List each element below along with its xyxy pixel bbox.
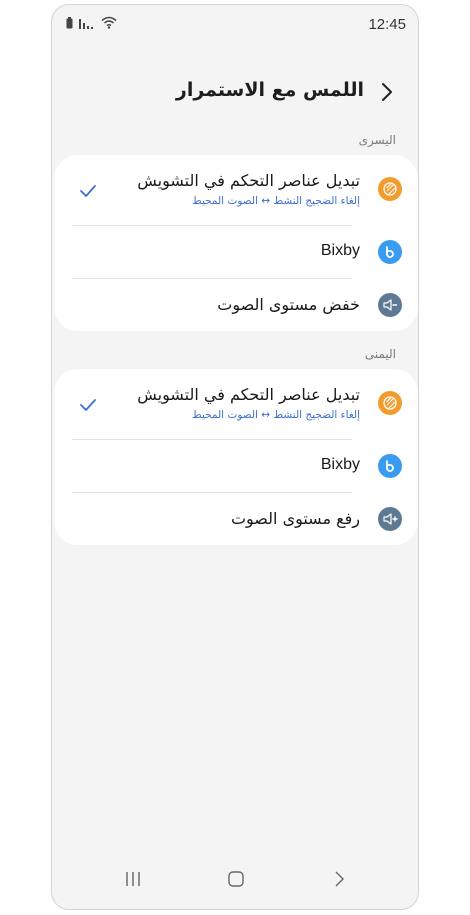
- recents-icon: [126, 872, 140, 886]
- wifi-icon: [101, 16, 117, 29]
- home-button[interactable]: [223, 867, 249, 891]
- chevron-back-icon: [382, 83, 392, 101]
- option-title: خفض مستوى الصوت: [217, 295, 360, 314]
- option-title: Bixby: [320, 456, 360, 473]
- nav-back-button[interactable]: [326, 867, 352, 891]
- battery-icon: [66, 16, 73, 29]
- left-option-noise-control[interactable]: تبديل عناصر التحكم في التشويش إلغاء الضج…: [54, 155, 418, 225]
- bixby-icon: [378, 454, 402, 478]
- signal-icon: [79, 17, 95, 29]
- volume-down-icon: [378, 293, 402, 317]
- option-subtitle: إلغاء الضجيج النشط ↔ الصوت المحيط: [192, 195, 360, 207]
- header: اللمس مع الاستمرار: [52, 75, 418, 109]
- phone-frame: 12:45 اللمس مع الاستمرار اليسرى تبديل عن…: [51, 4, 419, 910]
- back-icon: [335, 871, 344, 887]
- back-button[interactable]: [374, 79, 400, 105]
- left-options-card: تبديل عناصر التحكم في التشويش إلغاء الضج…: [54, 155, 418, 331]
- status-bar: 12:45: [52, 5, 418, 45]
- page-title: اللمس مع الاستمرار: [175, 79, 364, 101]
- section-label-right: اليمنى: [364, 347, 396, 361]
- navigation-bar: [52, 849, 418, 909]
- option-subtitle: إلغاء الضجيج النشط ↔ الصوت المحيط: [192, 409, 360, 421]
- check-icon: [80, 399, 96, 411]
- noise-control-icon: [378, 177, 402, 201]
- status-time: 12:45: [368, 16, 406, 33]
- option-title: تبديل عناصر التحكم في التشويش: [137, 385, 360, 404]
- noise-control-icon: [378, 391, 402, 415]
- status-icons: [66, 16, 117, 29]
- section-label-left: اليسرى: [358, 133, 396, 147]
- bixby-icon: [378, 240, 402, 264]
- recents-button[interactable]: [120, 867, 146, 891]
- right-option-noise-control[interactable]: تبديل عناصر التحكم في التشويش إلغاء الضج…: [54, 369, 418, 439]
- option-title: رفع مستوى الصوت: [230, 509, 360, 528]
- home-icon: [228, 871, 244, 887]
- left-option-volume-down[interactable]: خفض مستوى الصوت: [54, 279, 418, 331]
- option-title: تبديل عناصر التحكم في التشويش: [137, 171, 360, 190]
- right-options-card: تبديل عناصر التحكم في التشويش إلغاء الضج…: [54, 369, 418, 545]
- check-icon: [80, 185, 96, 197]
- volume-up-icon: [378, 507, 402, 531]
- right-option-volume-up[interactable]: رفع مستوى الصوت: [54, 493, 418, 545]
- right-option-bixby[interactable]: Bixby: [54, 440, 418, 492]
- left-option-bixby[interactable]: Bixby: [54, 226, 418, 278]
- option-title: Bixby: [320, 242, 360, 259]
